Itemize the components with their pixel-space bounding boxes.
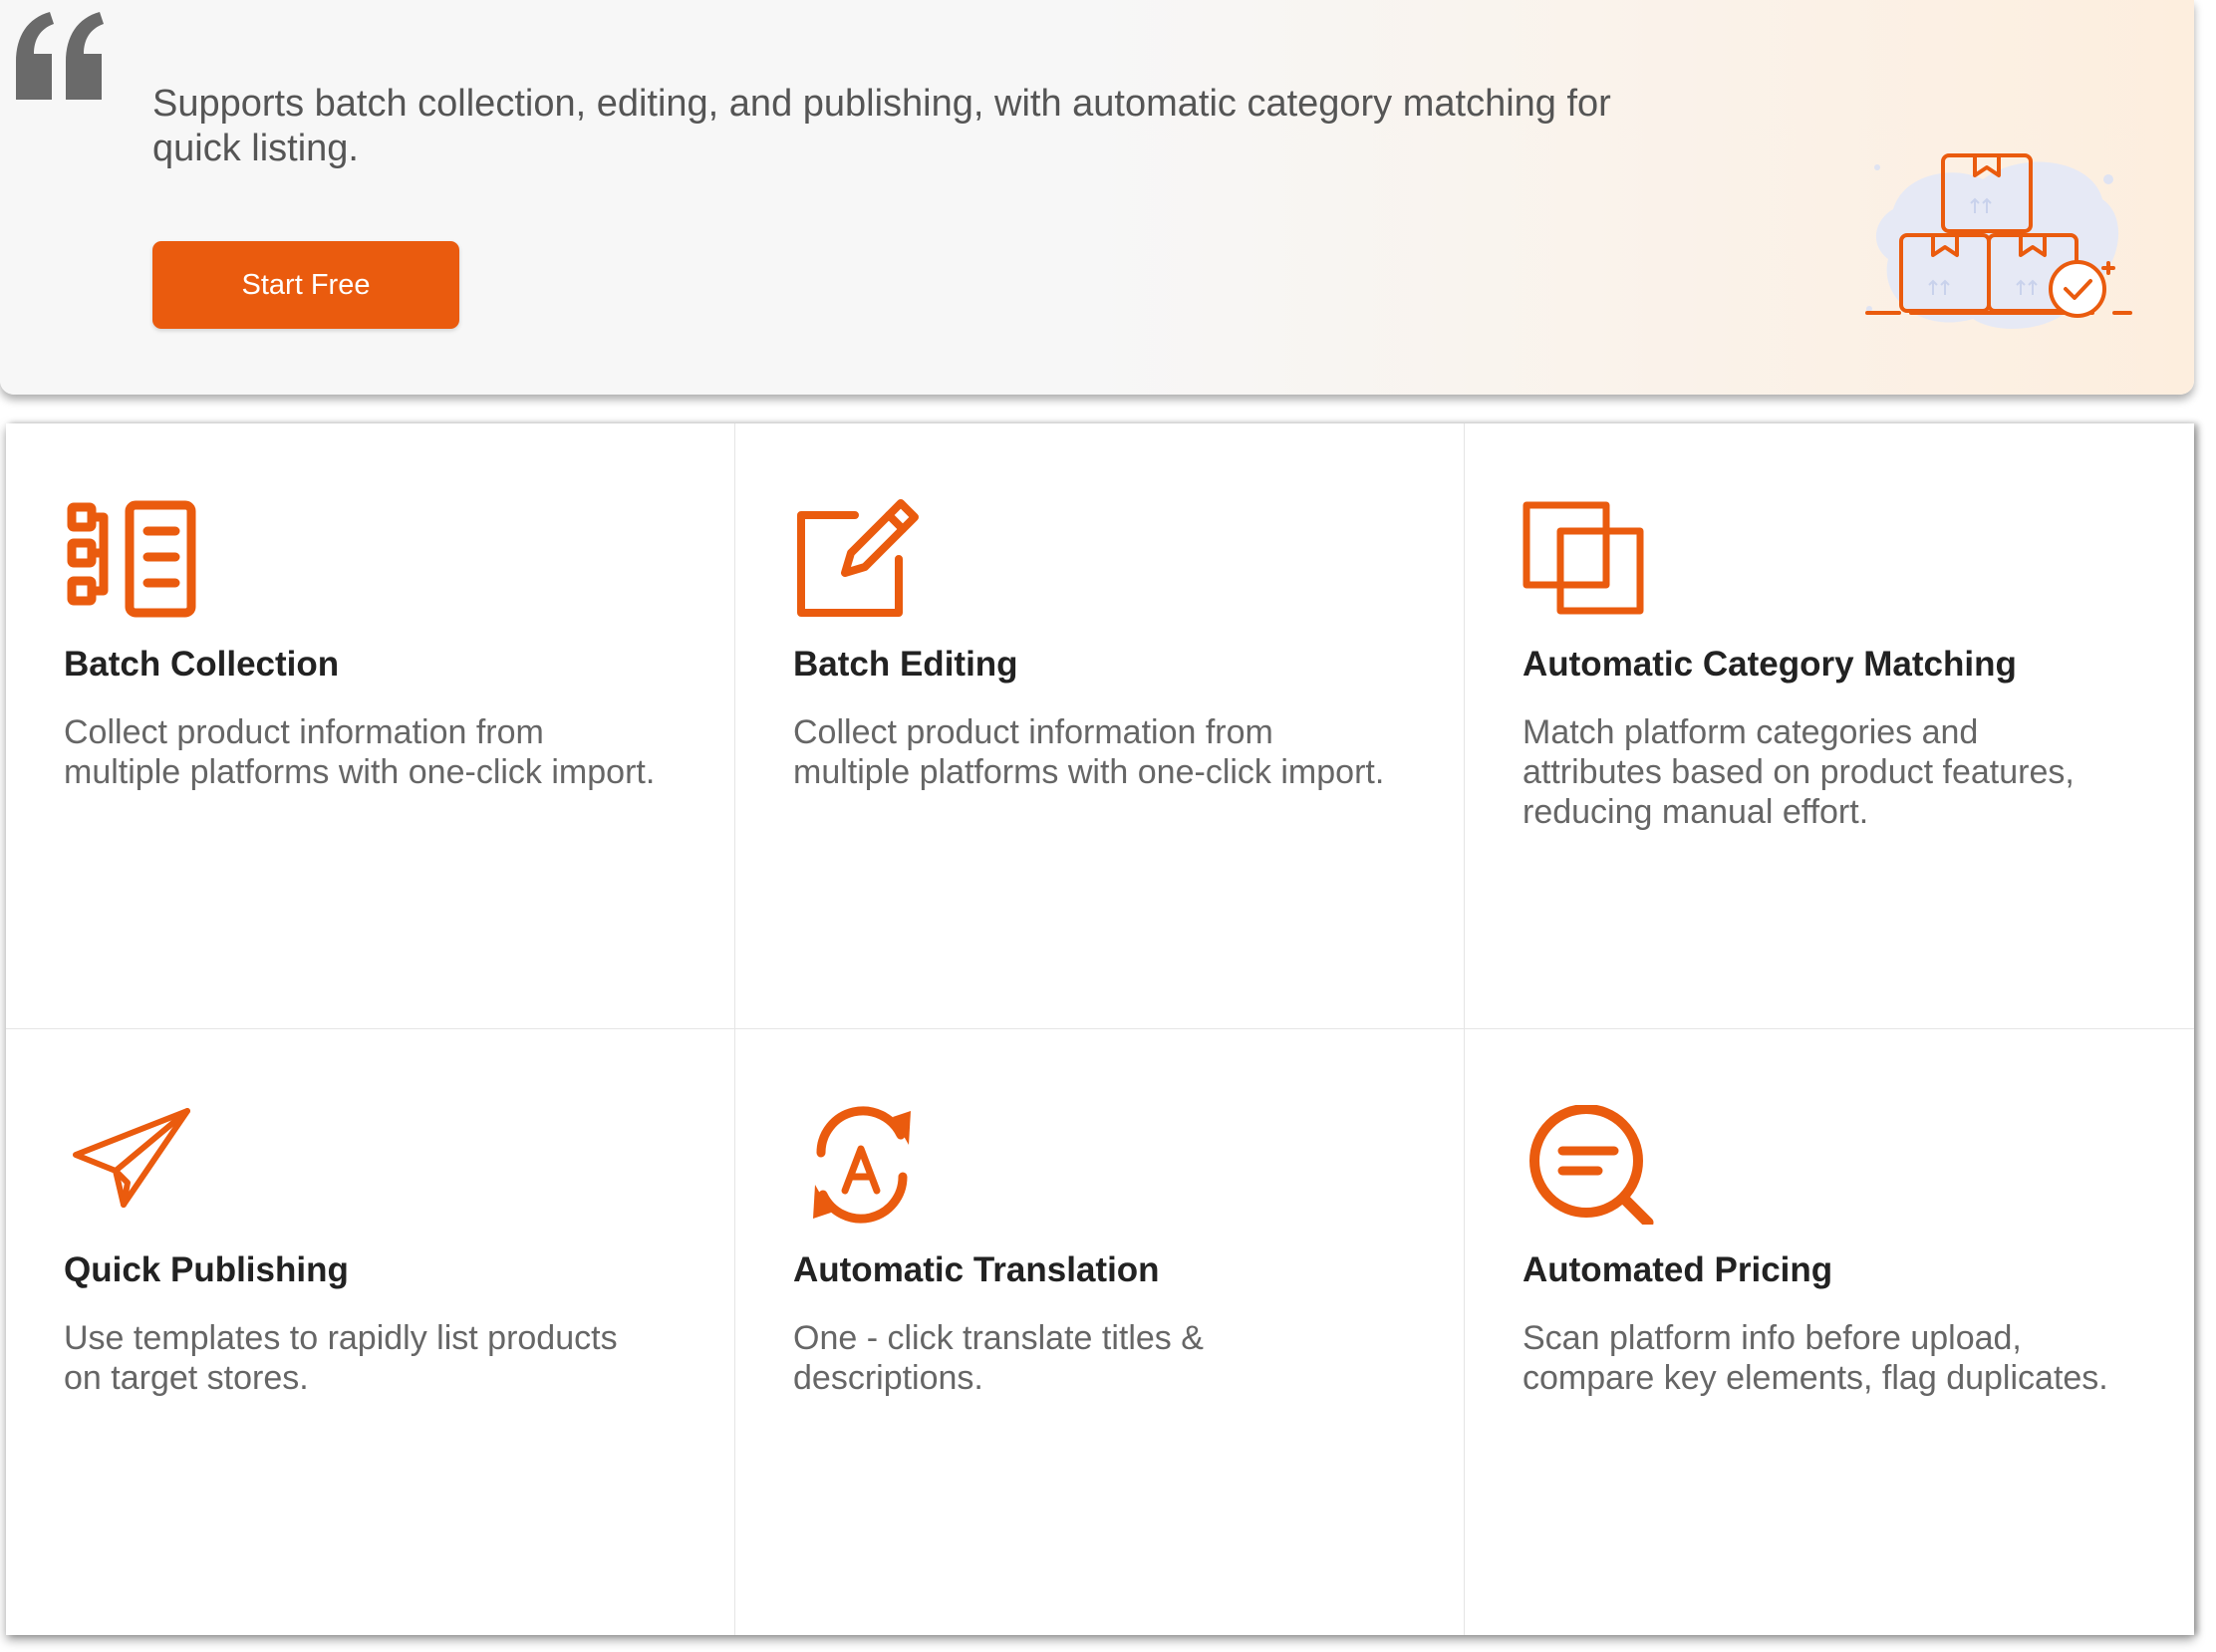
feature-description: One - click translate titles & descripti… xyxy=(793,1319,1204,1397)
feature-description: Collect product information from multipl… xyxy=(64,713,656,791)
feature-title: Quick Publishing xyxy=(64,1250,349,1289)
feature-card-batch-editing: Batch Editing Collect product informatio… xyxy=(735,423,1465,1029)
feature-description: Match platform categories and attributes… xyxy=(1523,713,2075,831)
paper-plane-icon xyxy=(73,1108,190,1208)
hero-description: Supports batch collection, editing, and … xyxy=(152,83,1611,169)
feature-card-quick-publishing: Quick Publishing Use templates to rapidl… xyxy=(6,1029,735,1635)
feature-title: Automatic Category Matching xyxy=(1523,645,2017,684)
feature-description: Collect product information from multipl… xyxy=(793,713,1385,791)
feature-card-automatic-category-matching: Automatic Category Matching Match platfo… xyxy=(1465,423,2194,1029)
feature-card-batch-collection: Batch Collection Collect product informa… xyxy=(6,423,735,1029)
feature-description: Use templates to rapidly list products o… xyxy=(64,1319,618,1397)
overlapping-squares-icon xyxy=(1523,501,1644,615)
feature-description: Scan platform info before upload, compar… xyxy=(1523,1319,2108,1397)
hero-banner: Supports batch collection, editing, and … xyxy=(0,0,2194,395)
feature-grid: Batch Collection Collect product informa… xyxy=(6,423,2194,1635)
translate-icon xyxy=(813,1106,911,1224)
feature-title: Batch Collection xyxy=(64,645,340,684)
feature-card-automatic-translation: Automatic Translation One - click transl… xyxy=(735,1029,1465,1635)
feature-title: Automatic Translation xyxy=(793,1250,1160,1289)
feature-card-automated-pricing: Automated Pricing Scan platform info bef… xyxy=(1465,1029,2194,1635)
search-lines-icon xyxy=(1529,1105,1654,1225)
quote-icon xyxy=(16,12,104,100)
feature-title: Batch Editing xyxy=(793,645,1018,684)
feature-title: Automated Pricing xyxy=(1523,1250,1833,1289)
edit-icon xyxy=(797,499,919,617)
stacked-boxes-checkmark-illustration xyxy=(1865,153,2132,329)
start-free-button[interactable]: Start Free xyxy=(152,241,459,329)
checklist-icon xyxy=(67,500,196,618)
